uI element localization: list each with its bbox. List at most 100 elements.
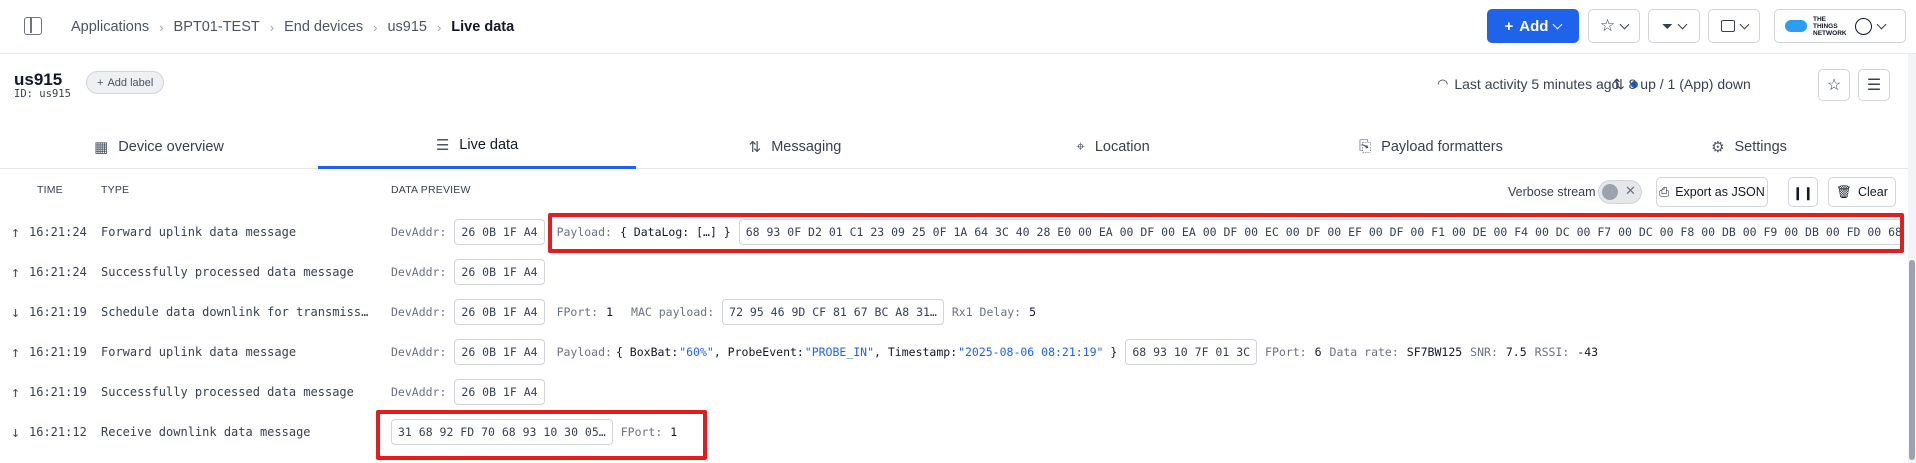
breadcrumb-applications[interactable]: Applications [71,19,149,35]
star-icon: ☆ [1826,77,1842,94]
device-menu-button[interactable]: ☰ [1858,69,1890,101]
scrollbar[interactable] [1908,54,1916,463]
devaddr-value[interactable]: 26 0B 1F A4 [454,299,545,325]
payload-sep: , Timestamp: [874,345,958,359]
table-row[interactable]: ↓ 16:21:12 Receive downlink data message… [0,412,1908,452]
message-counts-text: 8 up / 1 (App) down [1628,76,1751,92]
row-preview: DevAddr: 26 0B 1F A4 [391,258,1901,286]
fport-label: FPort: [1265,345,1307,359]
row-time: 16:21:19 [29,385,87,399]
bookmarks-button[interactable]: ☆ [1588,9,1640,43]
add-button[interactable]: + Add [1487,9,1579,43]
devaddr-label: DevAddr: [391,305,447,319]
row-preview: DevAddr: 26 0B 1F A4 Payload: { BoxBat: … [391,338,1901,366]
verbose-stream-toggle[interactable]: ✕ [1598,180,1642,204]
payload-timestamp: "2025-08-06 08:21:19" [958,345,1104,359]
row-time: 16:21:24 [29,225,87,239]
plus-icon: + [97,76,104,89]
snr-label: SNR: [1470,345,1498,359]
payload-bytes[interactable]: 68 93 10 7F 01 3C [1125,339,1258,365]
tab-messaging[interactable]: ⇅ Messaging [636,124,954,169]
updown-icon: ⇅ [1613,76,1625,92]
tab-label: Payload formatters [1381,138,1503,155]
last-activity-text: Last activity 5 minutes ago [1454,76,1620,92]
add-label-button[interactable]: + Add label [86,71,165,94]
devaddr-label: DevAddr: [391,345,447,359]
payload-label: Payload: [556,345,612,359]
devaddr-value[interactable]: 26 0B 1F A4 [454,379,545,405]
row-type: Receive downlink data message [101,425,311,439]
tab-label: Location [1094,138,1150,155]
tab-settings[interactable]: ⚙ Settings [1590,124,1908,169]
rx1-delay-value: 5 [1029,305,1037,319]
breadcrumb-separator-icon: › [373,19,378,35]
arrow-up-icon: ↑ [11,263,21,281]
breadcrumb-end-devices[interactable]: End devices [284,19,363,35]
account-menu-button[interactable]: THE THINGS NETWORK [1774,9,1906,43]
breadcrumb: Applications › BPT01-TEST › End devices … [71,0,514,54]
inbox-icon [1720,20,1735,32]
payload-boxbat: "60%" [679,345,714,359]
row-time: 16:21:24 [29,265,87,279]
device-title: us915 [14,70,63,89]
arrow-up-icon: ↑ [11,343,21,361]
formatter-icon: ⎘ [1359,138,1372,155]
row-type: Schedule data downlink for transmission [101,305,375,319]
top-bar: Applications › BPT01-TEST › End devices … [0,0,1916,54]
export-json-button[interactable]: ⎙ Export as JSON [1656,177,1768,207]
device-id: ID: us915 [14,88,71,100]
column-header-preview: DATA PREVIEW [391,184,471,196]
column-header-time: TIME [37,184,63,196]
fport-label: FPort: [556,305,599,319]
tab-live-data[interactable]: ☰ Live data [318,124,636,169]
clear-label: Clear [1858,185,1888,199]
star-icon: ☆ [1599,16,1616,35]
breadcrumb-separator-icon: › [436,19,442,35]
chevron-down-icon [1739,19,1749,29]
last-activity: ◠ Last activity 5 minutes ago [1437,76,1639,92]
table-row[interactable]: ↑ 16:21:19 Successfully processed data m… [0,372,1908,412]
notifications-button[interactable] [1708,9,1760,43]
tab-location[interactable]: ⌖ Location [954,124,1272,169]
sidebar-toggle-icon[interactable] [24,17,42,35]
scrollbar-thumb[interactable] [1909,260,1915,460]
clear-button[interactable]: 🗑 Clear [1828,177,1896,207]
message-counts: ⇅ 8 up / 1 (App) down [1613,76,1751,93]
list-icon: ☰ [435,137,450,154]
table-row[interactable]: ↑ 16:21:24 Successfully processed data m… [0,252,1908,292]
breadcrumb-application[interactable]: BPT01-TEST [174,19,260,35]
breadcrumb-device[interactable]: us915 [387,19,427,35]
device-id-value: us915 [39,88,71,100]
pin-icon: ⌖ [1076,138,1085,155]
tab-device-overview[interactable]: ▦ Device overview [0,124,318,169]
devaddr-value[interactable]: 26 0B 1F A4 [454,339,545,365]
tab-label: Messaging [771,138,842,155]
tab-label: Live data [459,137,519,153]
payload-open: { BoxBat: [615,345,679,359]
mac-payload-value[interactable]: 72 95 46 9D CF 81 67 BC A8 31… [722,299,944,325]
add-label-text: Add label [107,76,154,89]
row-type: Successfully processed data message [101,385,354,399]
star-device-button[interactable]: ☆ [1818,69,1850,101]
fport-value: 1 [606,305,614,319]
tab-payload-formatters[interactable]: ⎘ Payload formatters [1272,124,1590,169]
tags-button[interactable]: ⏷ [1648,9,1700,43]
devaddr-label: DevAddr: [391,385,447,399]
row-time: 16:21:12 [29,425,87,439]
row-preview: DevAddr: 26 0B 1F A4 [391,378,1901,406]
payload-probe-event: "PROBE_IN" [804,345,875,359]
tab-label: Device overview [118,138,224,155]
pause-button[interactable]: ❙❙ [1788,177,1818,207]
toggle-knob [1602,184,1618,200]
chevron-down-icon [1619,19,1630,29]
table-row[interactable]: ↑ 16:21:19 Forward uplink data message D… [0,332,1908,372]
highlight-box-payload [548,213,1904,253]
pause-icon: ❙❙ [1792,185,1814,200]
table-row[interactable]: ↓ 16:21:19 Schedule data downlink for tr… [0,292,1908,332]
devaddr-value[interactable]: 26 0B 1F A4 [454,259,545,285]
verbose-stream-label: Verbose stream [1508,185,1596,199]
devaddr-label: DevAddr: [391,265,447,279]
devaddr-value[interactable]: 26 0B 1F A4 [454,219,545,245]
arrow-down-icon: ↓ [11,303,21,321]
arrows-updown-icon: ⇅ [748,138,762,156]
